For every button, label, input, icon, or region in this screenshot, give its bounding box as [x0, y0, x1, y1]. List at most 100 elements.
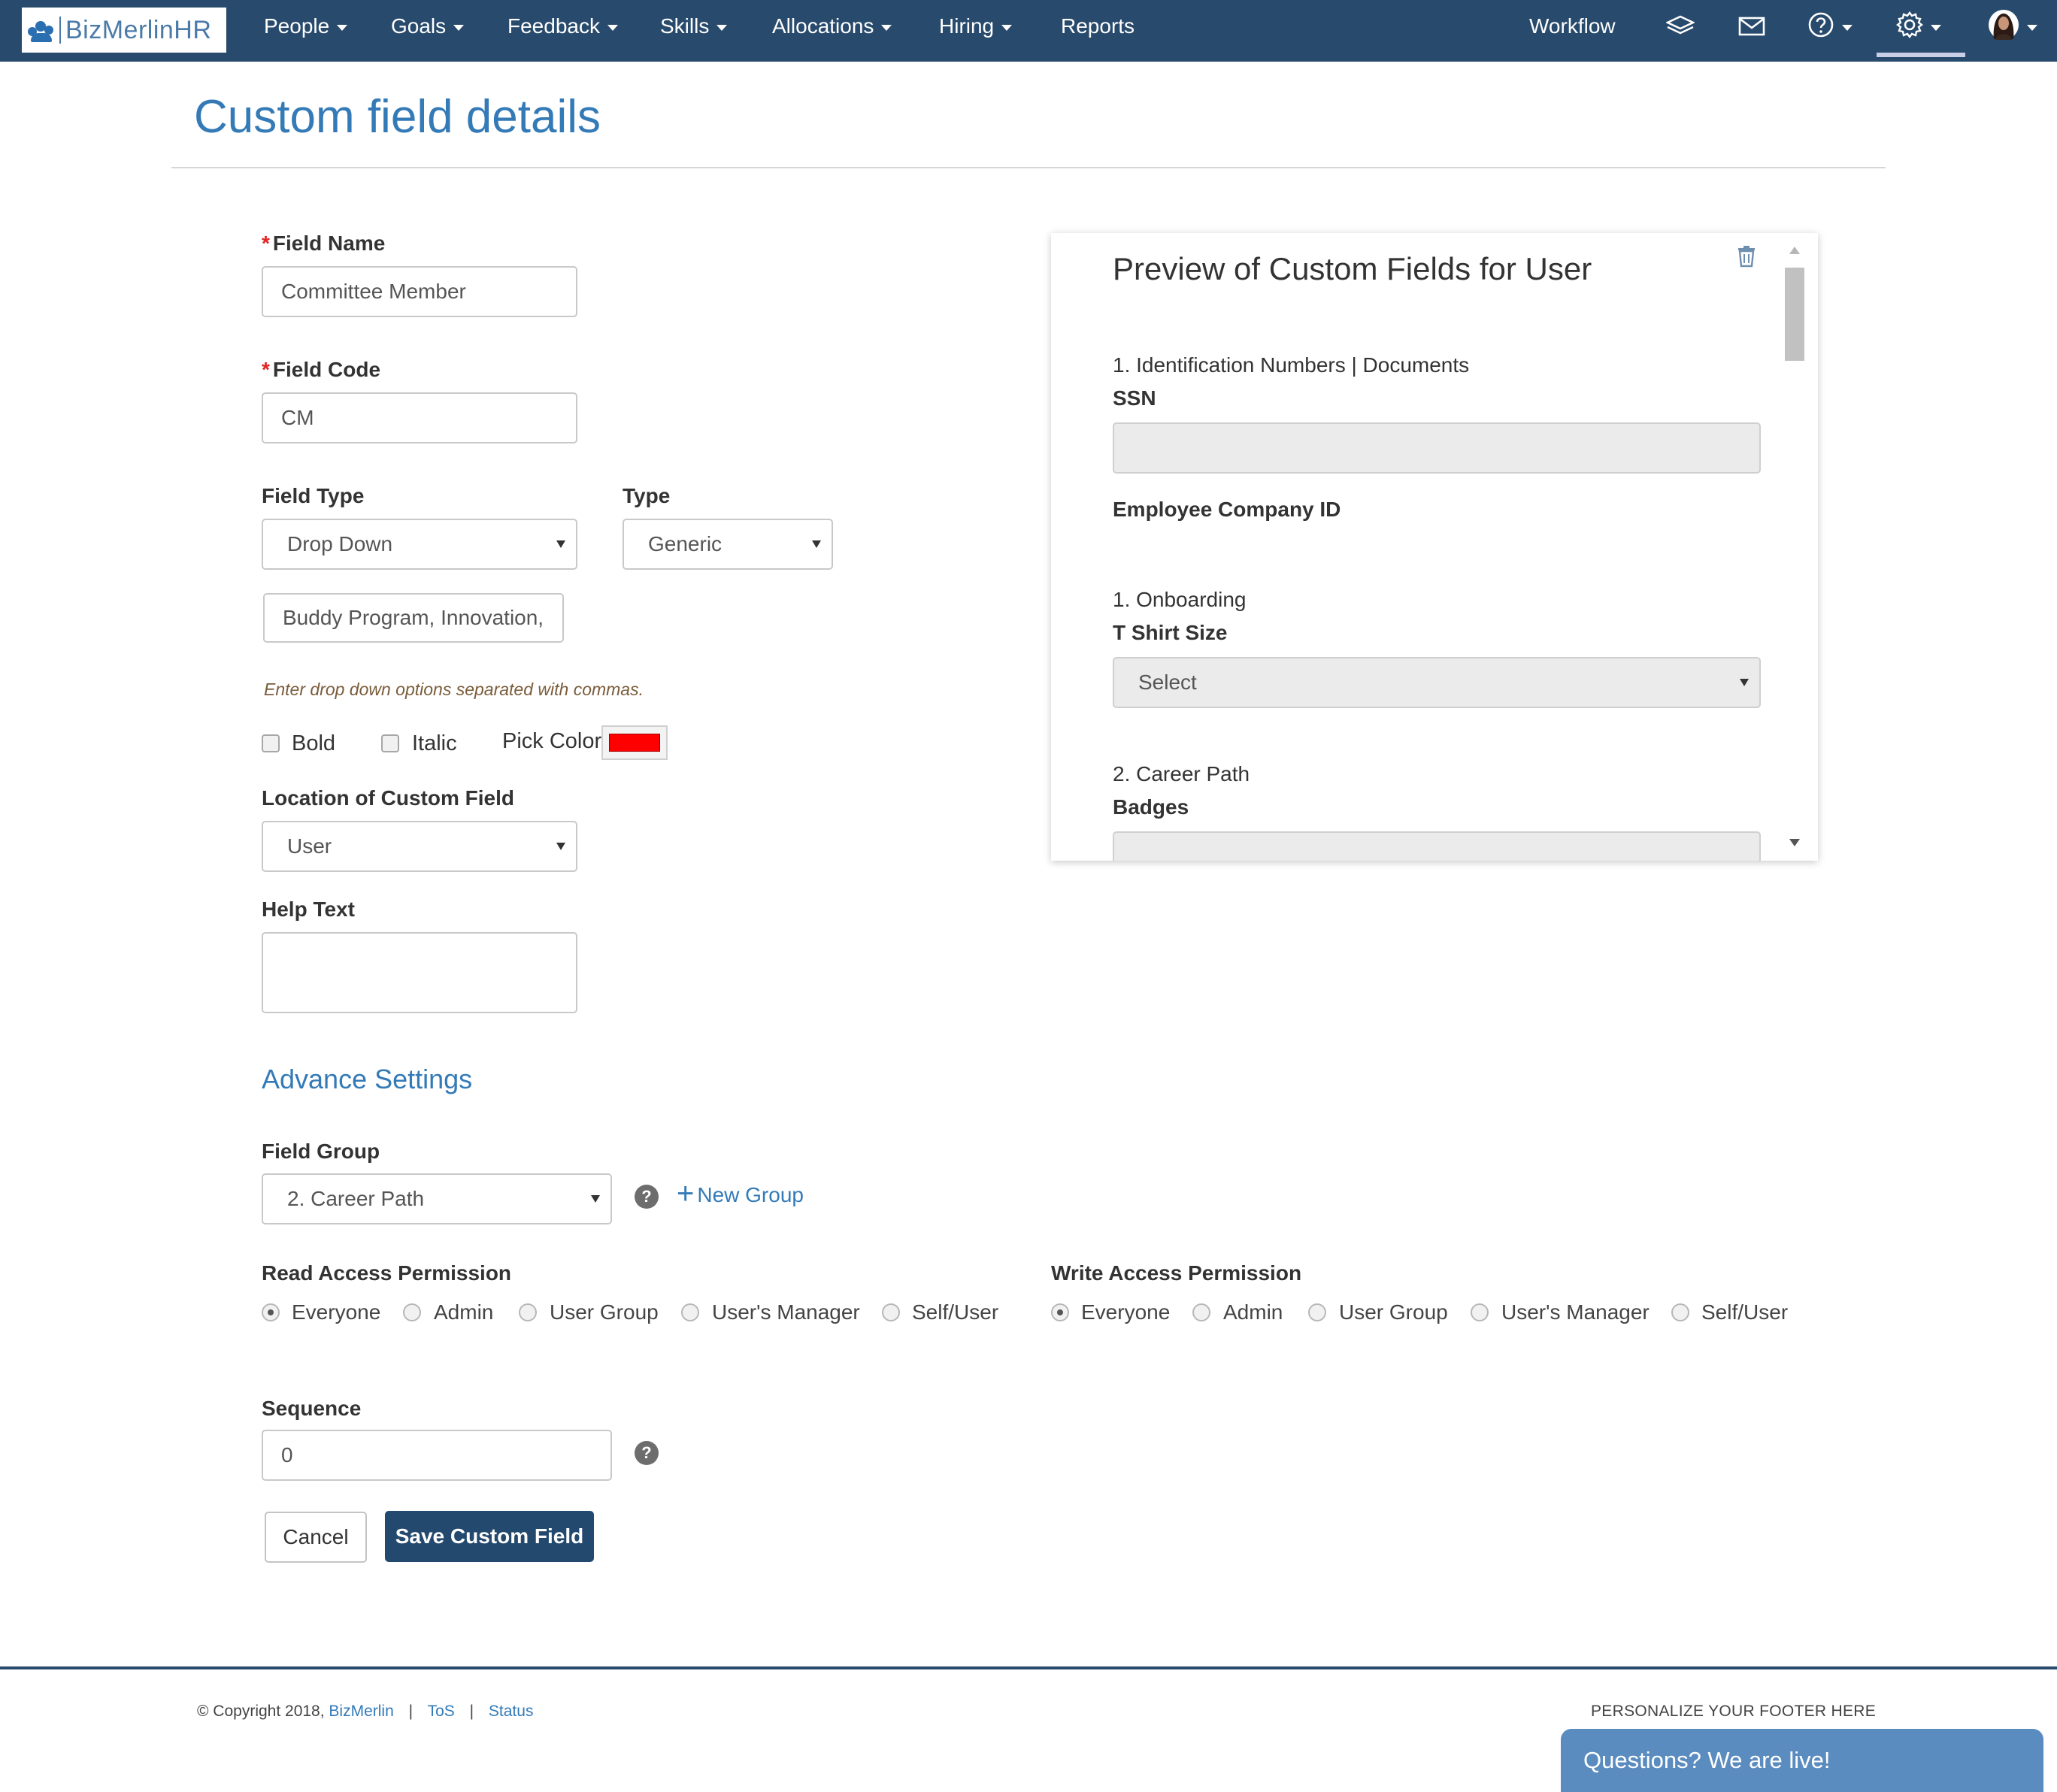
nav-workflow[interactable]: Workflow	[1529, 0, 1616, 53]
preview-group-career-path: 2. Career Path	[1113, 762, 1250, 786]
advance-settings-heading: Advance Settings	[262, 1064, 473, 1094]
nav-reports[interactable]: Reports	[1061, 0, 1135, 53]
nav-reports-label: Reports	[1061, 14, 1135, 38]
sequence-input[interactable]: 0	[262, 1430, 612, 1481]
preview-tshirt-value: Select	[1138, 670, 1197, 694]
location-select[interactable]: User	[262, 821, 577, 872]
field-code-label-text: Field Code	[272, 358, 381, 381]
write-access-label: Write Access Permission	[1051, 1261, 1302, 1285]
trash-icon[interactable]	[1737, 245, 1756, 268]
mail-icon[interactable]	[1738, 0, 1765, 53]
write-self-user-label: Self/User	[1701, 1300, 1789, 1324]
field-code-input[interactable]: CM	[262, 392, 577, 443]
scroll-up-arrow-icon[interactable]	[1789, 247, 1800, 254]
chevron-down-icon	[1842, 25, 1853, 31]
preview-scrollbar[interactable]	[1783, 245, 1806, 846]
scroll-down-arrow-icon[interactable]	[1789, 839, 1800, 846]
footer-links: © Copyright 2018, BizMerlin | ToS | Stat…	[197, 1703, 533, 1721]
footer-personalize-text: PERSONALIZE YOUR FOOTER HERE	[1591, 1703, 1877, 1720]
custom-fields-preview-panel: Preview of Custom Fields for User 1. Ide…	[1051, 233, 1818, 861]
settings-menu[interactable]	[1896, 0, 1941, 53]
new-group-link[interactable]: + New Group	[677, 1177, 804, 1210]
chevron-down-icon	[1931, 25, 1941, 31]
write-everyone-radio[interactable]	[1051, 1303, 1069, 1321]
question-icon[interactable]: ?	[635, 1441, 659, 1465]
save-custom-field-button[interactable]: Save Custom Field	[385, 1511, 594, 1562]
preview-ssn-label: SSN	[1113, 386, 1156, 410]
chevron-down-icon	[607, 25, 618, 31]
nav-skills[interactable]: Skills	[660, 0, 728, 53]
read-user-group-radio[interactable]	[519, 1303, 537, 1321]
write-users-manager-radio[interactable]	[1471, 1303, 1489, 1321]
read-users-manager-radio[interactable]	[681, 1303, 699, 1321]
help-text-area[interactable]	[262, 932, 577, 1013]
nav-feedback[interactable]: Feedback	[507, 0, 618, 53]
nav-allocations-label: Allocations	[772, 14, 874, 38]
type-label: Type	[623, 484, 671, 507]
chevron-down-icon	[1001, 25, 1013, 31]
layers-icon[interactable]	[1666, 0, 1695, 53]
field-code-value: CM	[281, 406, 314, 429]
live-chat-widget[interactable]: Questions? We are live!	[1561, 1729, 2043, 1792]
read-self-user-label: Self/User	[912, 1300, 999, 1324]
brand-logo[interactable]: BizMerlinHR	[22, 8, 226, 53]
field-name-label-text: Field Name	[272, 232, 386, 255]
field-name-value: Committee Member	[281, 280, 466, 303]
preview-company-id-label: Employee Company ID	[1113, 498, 1341, 521]
question-icon[interactable]: ?	[635, 1185, 659, 1209]
help-text-label: Help Text	[262, 898, 355, 921]
italic-label: Italic	[412, 731, 457, 755]
footer-copyright: © Copyright 2018,	[197, 1703, 325, 1720]
chevron-down-icon	[453, 25, 465, 31]
read-self-user-radio[interactable]	[882, 1303, 900, 1321]
footer-tos-link[interactable]: ToS	[428, 1703, 455, 1720]
nav-hiring[interactable]: Hiring	[939, 0, 1013, 53]
plus-icon: +	[677, 1177, 695, 1210]
type-select[interactable]: Generic	[623, 519, 833, 570]
field-group-select[interactable]: 2. Career Path	[262, 1173, 612, 1224]
nav-people[interactable]: People	[264, 0, 348, 53]
preview-group-onboarding: 1. Onboarding	[1113, 588, 1247, 611]
cancel-button[interactable]: Cancel	[265, 1512, 367, 1563]
italic-checkbox[interactable]	[381, 734, 399, 752]
footer-status-link[interactable]: Status	[489, 1703, 534, 1720]
dropdown-arrow-icon	[812, 540, 821, 548]
field-group-value: 2. Career Path	[287, 1187, 425, 1210]
footer-divider	[0, 1666, 2057, 1669]
read-admin-radio[interactable]	[403, 1303, 421, 1321]
write-user-group-radio[interactable]	[1308, 1303, 1326, 1321]
dropdown-options-value: Buddy Program, Innovation,	[283, 606, 544, 629]
nav-feedback-label: Feedback	[507, 14, 600, 38]
preview-tshirt-label: T Shirt Size	[1113, 621, 1228, 644]
footer-separator: |	[408, 1703, 414, 1720]
read-everyone-radio[interactable]	[262, 1303, 280, 1321]
dropdown-options-hint: Enter drop down options separated with c…	[264, 680, 644, 699]
nav-goals[interactable]: Goals	[391, 0, 465, 53]
user-menu[interactable]	[1988, 0, 2037, 53]
dropdown-arrow-icon	[1740, 679, 1749, 686]
color-picker-swatch[interactable]	[601, 725, 668, 760]
bold-checkbox[interactable]	[262, 734, 280, 752]
field-name-input[interactable]: Committee Member	[262, 266, 577, 317]
field-group-label: Field Group	[262, 1140, 380, 1163]
dropdown-options-input[interactable]: Buddy Program, Innovation,	[263, 593, 564, 643]
preview-badges-field	[1113, 831, 1761, 861]
field-type-select[interactable]: Drop Down	[262, 519, 577, 570]
chevron-down-icon	[716, 25, 728, 31]
dropdown-arrow-icon	[556, 540, 565, 548]
help-menu[interactable]	[1807, 0, 1853, 53]
preview-badges-label: Badges	[1113, 795, 1189, 819]
pick-color-label: Pick Color	[502, 729, 602, 753]
write-admin-radio[interactable]	[1192, 1303, 1210, 1321]
brand-name: BizMerlinHR	[59, 17, 211, 44]
chat-widget-label: Questions? We are live!	[1583, 1747, 1831, 1773]
color-swatch-fill	[609, 734, 660, 752]
nav-allocations[interactable]: Allocations	[772, 0, 892, 53]
chevron-down-icon	[2027, 25, 2037, 31]
footer-company-link[interactable]: BizMerlin	[329, 1703, 393, 1720]
help-icon	[1807, 11, 1834, 42]
read-user-group-label: User Group	[550, 1300, 659, 1324]
scrollbar-thumb[interactable]	[1785, 268, 1804, 361]
field-code-label: * Field Code	[262, 358, 380, 382]
write-self-user-radio[interactable]	[1671, 1303, 1689, 1321]
